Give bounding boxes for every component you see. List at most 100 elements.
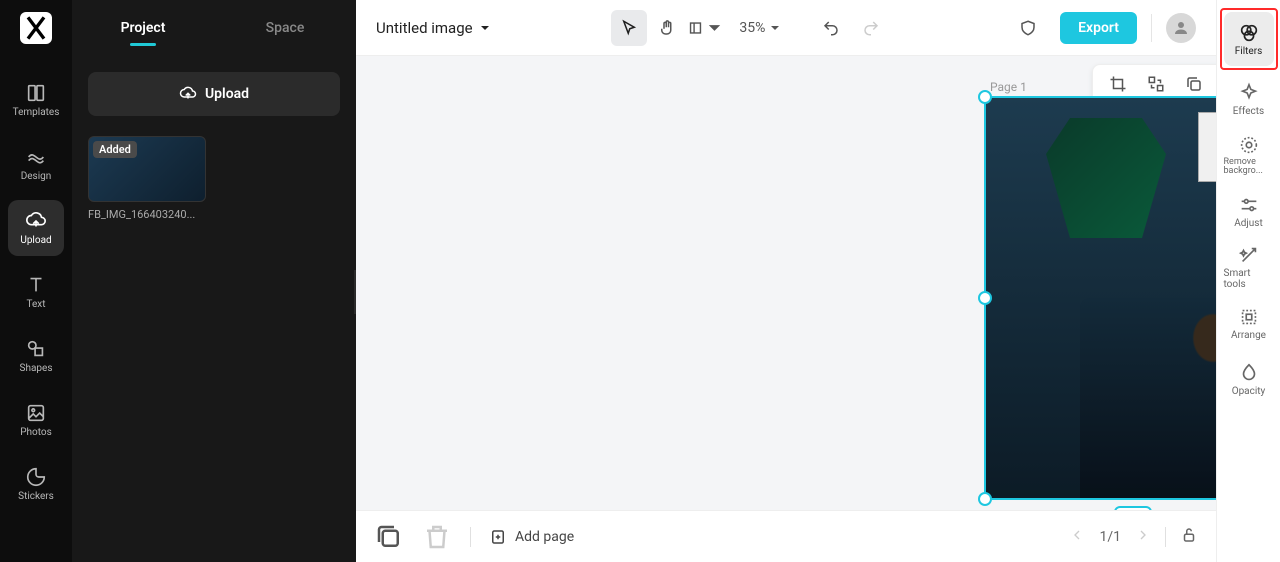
photos-icon	[25, 402, 47, 424]
effects-icon	[1238, 82, 1260, 104]
upload-icon	[25, 210, 47, 232]
hand-icon	[658, 19, 676, 37]
added-badge: Added	[93, 141, 137, 158]
add-page-button[interactable]: Add page	[489, 528, 574, 546]
design-tool[interactable]: Design	[8, 136, 64, 192]
cloud-upload-icon	[179, 85, 197, 103]
avatar[interactable]	[1166, 13, 1196, 43]
right-actions: Export	[1010, 10, 1196, 46]
upload-label: Upload	[20, 235, 51, 246]
filters-highlight: Filters	[1220, 8, 1278, 70]
text-label: Text	[26, 299, 45, 310]
remove-bg-icon	[1238, 134, 1260, 156]
canvas-page: Page 1	[984, 76, 1216, 500]
lock-button[interactable]	[1180, 526, 1198, 548]
rb-opacity[interactable]: Opacity	[1224, 352, 1274, 406]
rb-remove-bg[interactable]: Remove backgro...	[1224, 128, 1274, 182]
rb-smart-label: Smart tools	[1224, 268, 1274, 290]
export-button[interactable]: Export	[1060, 12, 1137, 44]
rb-opacity-label: Opacity	[1232, 386, 1266, 397]
rb-adjust-label: Adjust	[1234, 218, 1263, 229]
magic-icon	[1238, 244, 1260, 266]
divider	[470, 527, 471, 547]
rb-effects-label: Effects	[1233, 106, 1264, 117]
shield-icon	[1019, 19, 1037, 37]
templates-label: Templates	[13, 107, 60, 118]
adjust-icon	[1238, 194, 1260, 216]
trash-icon	[422, 522, 452, 552]
resize-handle-bl[interactable]	[978, 492, 992, 506]
panel-tabs: Project Space	[72, 0, 356, 56]
add-page-label: Add page	[515, 529, 574, 545]
templates-tool[interactable]: Templates	[8, 72, 64, 128]
stickers-icon	[25, 466, 47, 488]
undo-button[interactable]	[813, 10, 849, 46]
upload-button[interactable]: Upload	[88, 72, 340, 116]
redo-icon	[862, 19, 880, 37]
tab-project[interactable]: Project	[72, 20, 214, 36]
chevron-left-icon	[1069, 527, 1085, 543]
layers-icon	[374, 522, 404, 552]
text-tool[interactable]: Text	[8, 264, 64, 320]
scene-person	[1080, 298, 1216, 498]
design-label: Design	[21, 171, 52, 182]
page-label: Page 1	[990, 80, 1027, 94]
media-item[interactable]: Added FB_IMG_166403240...	[88, 136, 340, 221]
upload-button-label: Upload	[205, 86, 249, 102]
artboard-tool-button[interactable]	[687, 10, 723, 46]
rb-smart-tools[interactable]: Smart tools	[1224, 240, 1274, 294]
rb-filters[interactable]: Filters	[1224, 12, 1274, 66]
layers-button[interactable]	[374, 522, 404, 552]
chevron-down-icon	[706, 19, 723, 37]
canvas[interactable]: Page 1 Filters Coconut	[356, 56, 1216, 510]
media-filename: FB_IMG_166403240...	[88, 208, 340, 221]
rb-arrange[interactable]: Arrange	[1224, 296, 1274, 350]
zoom-control[interactable]: 35%	[739, 20, 781, 36]
select-tool-button[interactable]	[611, 10, 647, 46]
photos-tool[interactable]: Photos	[8, 392, 64, 448]
media-thumbnail[interactable]: Added	[88, 136, 206, 202]
shapes-tool[interactable]: Shapes	[8, 328, 64, 384]
rotate-handle[interactable]	[1114, 506, 1152, 510]
scene-jersey	[1046, 118, 1166, 238]
app-logo[interactable]	[20, 12, 52, 44]
delete-button[interactable]	[422, 522, 452, 552]
cursor-icon	[620, 19, 638, 37]
hand-tool-button[interactable]	[649, 10, 685, 46]
chevron-down-icon	[479, 22, 491, 34]
tab-space[interactable]: Space	[214, 20, 356, 36]
lock-open-icon	[1180, 526, 1198, 544]
resize-handle-tl[interactable]	[978, 90, 992, 104]
next-page-button[interactable]	[1135, 527, 1151, 547]
shapes-icon	[25, 338, 47, 360]
shapes-label: Shapes	[20, 363, 53, 374]
artboard-icon	[687, 19, 704, 37]
redo-button[interactable]	[853, 10, 889, 46]
rb-effects[interactable]: Effects	[1224, 72, 1274, 126]
rb-filters-label: Filters	[1235, 46, 1263, 57]
rb-remove-bg-label: Remove backgro...	[1224, 158, 1274, 176]
user-icon	[1172, 19, 1190, 37]
opacity-icon	[1238, 362, 1260, 384]
page-frame[interactable]	[984, 96, 1216, 500]
title-text: Untitled image	[376, 19, 473, 37]
shield-button[interactable]	[1010, 10, 1046, 46]
upload-tool[interactable]: Upload	[8, 200, 64, 256]
scene-calendar	[1198, 112, 1216, 182]
cursor-tools	[611, 10, 723, 46]
resize-handle-ml[interactable]	[978, 291, 992, 305]
bottombar: Add page 1/1	[356, 510, 1216, 562]
prev-page-button[interactable]	[1069, 527, 1085, 547]
photos-label: Photos	[20, 427, 52, 438]
page-indicator: 1/1	[1099, 529, 1121, 545]
document-title[interactable]: Untitled image	[376, 19, 491, 37]
rb-adjust[interactable]: Adjust	[1224, 184, 1274, 238]
stickers-label: Stickers	[18, 491, 54, 502]
filters-icon	[1238, 22, 1260, 44]
chevron-right-icon	[1135, 527, 1151, 543]
templates-icon	[25, 82, 47, 104]
divider	[1165, 527, 1166, 547]
stickers-tool[interactable]: Stickers	[8, 456, 64, 512]
undo-icon	[822, 19, 840, 37]
arrange-icon	[1238, 306, 1260, 328]
